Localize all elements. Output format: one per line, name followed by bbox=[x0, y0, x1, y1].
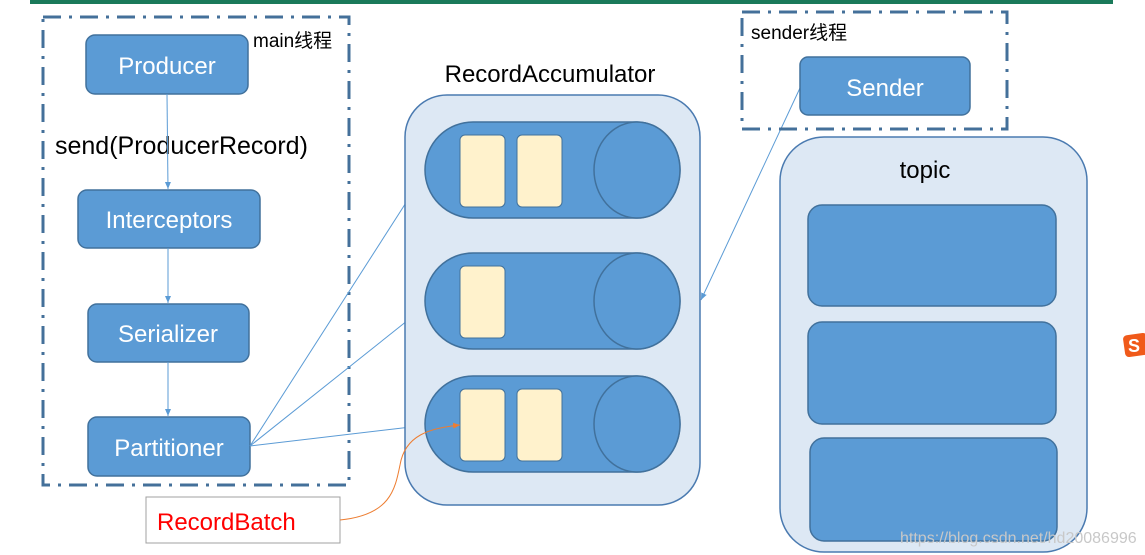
queue-end-cap bbox=[593, 252, 681, 350]
sogou-icon: S bbox=[1123, 332, 1145, 358]
main-thread-label: main线程 bbox=[253, 30, 332, 52]
kafka-producer-diagram: main线程 Producer Interceptors Serializer … bbox=[30, 0, 1145, 553]
sender-thread-label: sender线程 bbox=[751, 22, 847, 44]
svg-text:S: S bbox=[1128, 336, 1140, 356]
record-batch bbox=[516, 134, 563, 208]
top-bar bbox=[30, 0, 1113, 4]
sender-label: Sender bbox=[846, 75, 923, 102]
topic-partition-2 bbox=[807, 321, 1057, 425]
queue-end-cap bbox=[593, 375, 681, 473]
arrow-partitioner-queue-3 bbox=[249, 422, 429, 447]
send-call-label: send(ProducerRecord) bbox=[55, 132, 308, 160]
partitioner-label: Partitioner bbox=[114, 435, 223, 462]
watermark: https://blog.csdn.net/hd20086996 bbox=[900, 530, 1137, 547]
topic-partition-1 bbox=[807, 204, 1057, 307]
record-batch-label: RecordBatch bbox=[157, 509, 296, 536]
serializer-label: Serializer bbox=[118, 321, 218, 348]
topic-title: topic bbox=[900, 157, 951, 184]
queue-end-cap bbox=[593, 121, 681, 219]
record-batch bbox=[459, 265, 506, 339]
topic-partition-3 bbox=[809, 437, 1058, 542]
accumulator-title: RecordAccumulator bbox=[445, 61, 656, 88]
arrow-partitioner-queue-2 bbox=[249, 304, 428, 447]
producer-label: Producer bbox=[118, 53, 215, 80]
record-batch bbox=[516, 388, 563, 462]
arrow-producer-interceptors bbox=[164, 93, 171, 190]
interceptors-label: Interceptors bbox=[106, 207, 233, 234]
record-batch bbox=[459, 388, 506, 462]
record-batch bbox=[459, 134, 506, 208]
arrow-partitioner-queue-1 bbox=[249, 169, 428, 447]
